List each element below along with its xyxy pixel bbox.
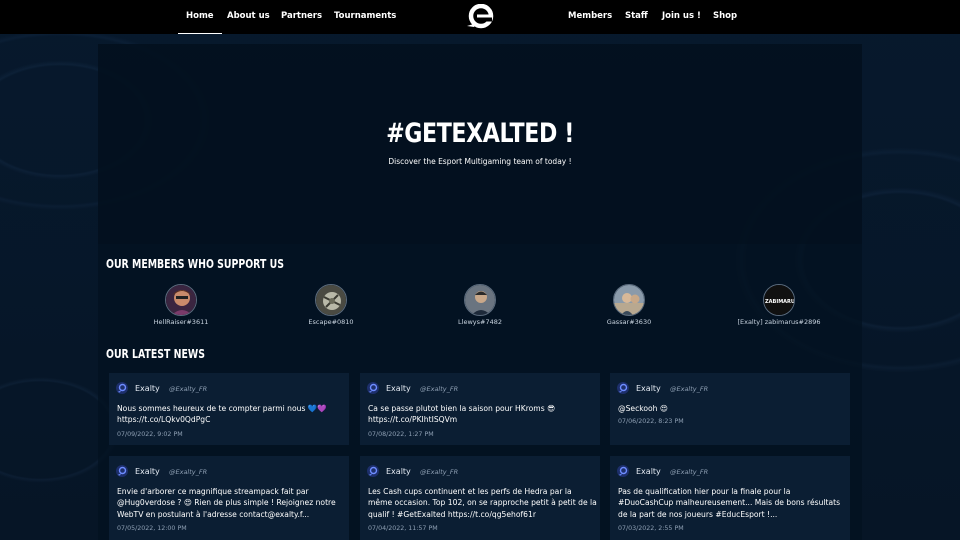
nav-home[interactable]: Home bbox=[178, 0, 222, 34]
member-name: Escape#0810 bbox=[308, 318, 354, 326]
card-text: Ca se passe plutot bien la saison pour H… bbox=[368, 404, 555, 425]
card-date: 07/06/2022, 8:23 PM bbox=[618, 418, 684, 425]
news-card[interactable]: Exalty @Exalty_FR Les Cash cups continue… bbox=[360, 456, 600, 540]
nav-shop[interactable]: Shop bbox=[713, 0, 737, 34]
news-card[interactable]: Exalty @Exalty_FR Nous sommes heureux de… bbox=[109, 373, 349, 445]
avatar-text: ZABIMARU bbox=[765, 299, 795, 305]
card-date: 07/04/2022, 11:57 PM bbox=[368, 525, 438, 532]
exalty-avatar-icon bbox=[367, 382, 379, 394]
news-card[interactable]: Exalty @Exalty_FR Envie d'arborer ce mag… bbox=[109, 456, 349, 540]
hero-subtitle: Discover the Esport Multigaming team of … bbox=[388, 157, 572, 166]
member-card[interactable]: HellRaiser#3611 bbox=[106, 284, 256, 326]
member-card[interactable]: ZABIMARU [Exalty] zabimarus#2896 bbox=[704, 284, 854, 326]
card-user[interactable]: Exalty bbox=[386, 384, 411, 393]
members-section-title: OUR MEMBERS WHO SUPPORT US bbox=[106, 257, 284, 271]
member-name: Gassar#3630 bbox=[606, 318, 652, 326]
news-card[interactable]: Exalty @Exalty_FR Pas de qualification h… bbox=[610, 456, 850, 540]
card-user[interactable]: Exalty bbox=[135, 384, 160, 393]
card-text: @Seckooh 😍 bbox=[618, 404, 668, 413]
member-card[interactable]: Llewys#7482 bbox=[405, 284, 555, 326]
card-user[interactable]: Exalty bbox=[636, 384, 661, 393]
avatar: ZABIMARU bbox=[763, 284, 795, 316]
exalty-avatar-icon bbox=[116, 465, 128, 477]
card-date: 07/09/2022, 9:02 PM bbox=[117, 431, 183, 438]
card-user[interactable]: Exalty bbox=[135, 467, 160, 476]
exalty-logo-icon[interactable] bbox=[465, 4, 495, 30]
avatar bbox=[315, 284, 347, 316]
avatar bbox=[165, 284, 197, 316]
card-text: Pas de qualification hier pour la finale… bbox=[618, 487, 841, 519]
card-text: Envie d'arborer ce magnifique streampack… bbox=[117, 487, 336, 519]
exalty-avatar-icon bbox=[367, 465, 379, 477]
member-card[interactable]: Gassar#3630 bbox=[554, 284, 704, 326]
card-date: 07/08/2022, 1:27 PM bbox=[368, 431, 434, 438]
member-name: Llewys#7482 bbox=[458, 318, 502, 326]
news-card[interactable]: Exalty @Exalty_FR Ca se passe plutot bie… bbox=[360, 373, 600, 445]
exalty-avatar-icon bbox=[617, 465, 629, 477]
card-user[interactable]: Exalty bbox=[636, 467, 661, 476]
avatar bbox=[613, 284, 645, 316]
card-text: Nous sommes heureux de te compter parmi … bbox=[117, 404, 327, 425]
news-card[interactable]: Exalty @Exalty_FR @Seckooh 😍 07/06/2022,… bbox=[610, 373, 850, 445]
nav-members[interactable]: Members bbox=[568, 0, 612, 34]
avatar bbox=[464, 284, 496, 316]
exalty-avatar-icon bbox=[617, 382, 629, 394]
nav-join-us[interactable]: Join us ! bbox=[662, 0, 701, 34]
card-handle[interactable]: @Exalty_FR bbox=[420, 385, 458, 393]
card-date: 07/03/2022, 2:55 PM bbox=[618, 525, 684, 532]
card-handle[interactable]: @Exalty_FR bbox=[169, 468, 207, 476]
member-name: HellRaiser#3611 bbox=[153, 318, 209, 326]
nav-tournaments[interactable]: Tournaments bbox=[334, 0, 396, 34]
card-handle[interactable]: @Exalty_FR bbox=[420, 468, 458, 476]
card-handle[interactable]: @Exalty_FR bbox=[670, 468, 708, 476]
top-navigation: Home About us Partners Tournaments Membe… bbox=[0, 0, 960, 34]
hero-banner: #GETEXALTED ! Discover the Esport Multig… bbox=[98, 44, 862, 244]
hero-title: #GETEXALTED ! bbox=[386, 118, 574, 149]
card-user[interactable]: Exalty bbox=[386, 467, 411, 476]
nav-partners[interactable]: Partners bbox=[281, 0, 322, 34]
member-card[interactable]: Escape#0810 bbox=[256, 284, 406, 326]
exalty-avatar-icon bbox=[116, 382, 128, 394]
card-handle[interactable]: @Exalty_FR bbox=[670, 385, 708, 393]
nav-staff[interactable]: Staff bbox=[625, 0, 648, 34]
nav-about-us[interactable]: About us bbox=[227, 0, 270, 34]
card-text: Les Cash cups continuent et les perfs de… bbox=[368, 487, 597, 519]
member-name: [Exalty] zabimarus#2896 bbox=[737, 318, 821, 326]
card-handle[interactable]: @Exalty_FR bbox=[169, 385, 207, 393]
card-date: 07/05/2022, 12:00 PM bbox=[117, 525, 187, 532]
news-section-title: OUR LATEST NEWS bbox=[106, 347, 205, 361]
